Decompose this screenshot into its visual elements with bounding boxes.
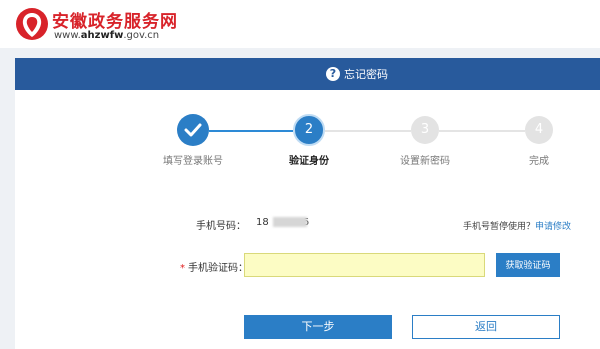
apply-modify-link[interactable]: 申请修改 [535, 222, 571, 232]
help-icon: ? [326, 67, 340, 81]
step-1-indicator [177, 114, 209, 146]
step-3-label: 设置新密码 [400, 156, 450, 167]
site-header: 安徽政务服务网 www.ahzwfw.gov.cn [0, 0, 600, 48]
back-button[interactable]: 返回 [412, 315, 560, 339]
forgot-password-panel: ? 忘记密码 2 3 4 填写登录账号 验证身份 设置新密码 完成 手机号码： … [15, 58, 600, 349]
sms-code-input[interactable] [244, 253, 485, 277]
phone-suspended-notice: 手机号暂停使用？申请修改 [463, 219, 571, 232]
panel-title: 忘记密码 [344, 68, 388, 81]
step-4-label: 完成 [529, 156, 549, 167]
phone-suspended-text: 手机号暂停使用？ [463, 222, 536, 232]
step-1-label: 填写登录账号 [163, 156, 223, 167]
sms-code-label: * 手机验证码： [180, 259, 248, 274]
progress-line-3 [439, 130, 525, 132]
site-url-prefix: www. [54, 30, 81, 41]
step-4-indicator: 4 [525, 116, 553, 144]
step-2-label: 验证身份 [289, 156, 329, 167]
progress-line-1 [209, 130, 293, 132]
site-logo-icon[interactable] [14, 6, 50, 42]
required-mark: * [180, 263, 185, 274]
step-3-indicator: 3 [411, 116, 439, 144]
get-code-button[interactable]: 获取验证码 [496, 253, 560, 277]
phone-number-head: 18 [256, 217, 269, 228]
next-step-button[interactable]: 下一步 [244, 315, 392, 339]
site-url: www.ahzwfw.gov.cn [54, 30, 159, 41]
sms-code-label-text: 手机验证码： [188, 263, 248, 274]
checkmark-icon [184, 123, 202, 137]
site-url-suffix: .gov.cn [123, 30, 160, 41]
step-2-indicator: 2 [293, 114, 325, 146]
progress-line-2 [325, 130, 411, 132]
panel-header: ? 忘记密码 [15, 58, 600, 90]
site-title[interactable]: 安徽政务服务网 [52, 7, 178, 32]
phone-label: 手机号码： [196, 221, 246, 232]
site-url-bold: ahzwfw [80, 30, 124, 41]
phone-number-mask [273, 217, 307, 227]
